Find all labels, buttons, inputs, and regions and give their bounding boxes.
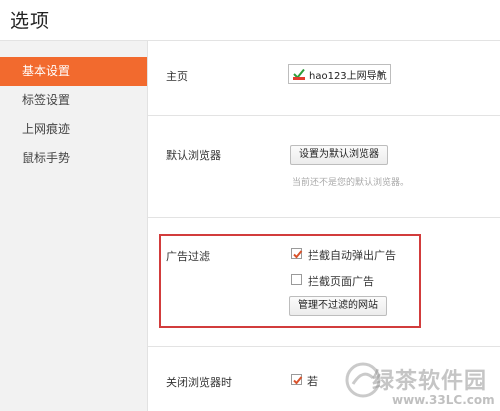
homepage-select-value: hao123上网导航: [309, 71, 387, 82]
on-close-option-label[interactable]: 若: [307, 373, 318, 389]
block-popup-ads-label[interactable]: 拦截自动弹出广告: [308, 247, 396, 263]
homepage-select[interactable]: hao123上网导航: [288, 64, 391, 84]
default-browser-hint: 当前还不是您的默认浏览器。: [292, 178, 410, 188]
check-icon: [293, 250, 303, 259]
chevron-down-icon: [378, 72, 384, 76]
section-divider: [148, 115, 500, 116]
sidebar-item-browsing-history[interactable]: 上网痕迹: [0, 115, 147, 144]
on-close-label: 关闭浏览器时: [166, 376, 232, 389]
default-browser-label: 默认浏览器: [166, 149, 221, 162]
block-page-ads-checkbox[interactable]: [291, 274, 302, 285]
block-page-ads-label[interactable]: 拦截页面广告: [308, 273, 374, 289]
manage-unfiltered-sites-button[interactable]: 管理不过滤的网站: [289, 296, 387, 316]
watermark-url: www.33LC.com: [392, 393, 495, 407]
check-icon: [293, 376, 303, 385]
section-divider: [148, 217, 500, 218]
section-divider: [148, 346, 500, 347]
sidebar-item-basic-settings[interactable]: 基本设置: [0, 57, 147, 86]
set-default-browser-button[interactable]: 设置为默认浏览器: [290, 145, 388, 165]
on-close-option-checkbox[interactable]: [291, 374, 303, 385]
ad-filter-label: 广告过滤: [166, 250, 210, 263]
sidebar-item-tab-settings[interactable]: 标签设置: [0, 86, 147, 115]
homepage-label: 主页: [166, 70, 188, 83]
sidebar-item-mouse-gestures[interactable]: 鼠标手势: [0, 144, 147, 173]
block-popup-ads-checkbox[interactable]: [291, 248, 303, 259]
page-title: 选项: [10, 10, 51, 32]
watermark-text: 绿茶软件园: [372, 369, 488, 394]
sidebar: 基本设置 标签设置 上网痕迹 鼠标手势: [0, 41, 148, 411]
hao123-logo-icon: [293, 68, 305, 80]
